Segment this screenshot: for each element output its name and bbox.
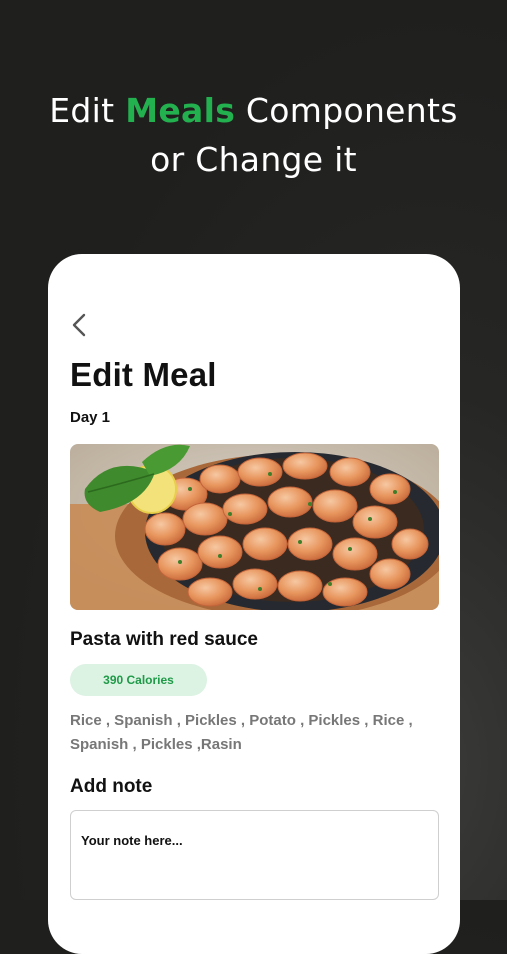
meal-name: Pasta with red sauce <box>70 629 258 650</box>
promo-headline-line1: Edit Meals Components <box>0 86 507 135</box>
meal-photo <box>70 444 439 610</box>
phone-screen: Edit Meal Day 1 Pasta with red sauce 390… <box>48 254 460 954</box>
note-label: Add note <box>70 776 153 797</box>
back-button[interactable] <box>68 313 90 337</box>
promo-text-accent: Meals <box>125 91 236 130</box>
promo-text-after: Components <box>235 91 458 130</box>
meal-image <box>70 444 439 610</box>
ingredients-list: Rice , Spanish , Pickles , Potato , Pick… <box>70 712 413 753</box>
promo-text-before: Edit <box>49 91 126 130</box>
promo-headline: Edit Meals Components or Change it <box>0 86 507 184</box>
calories-badge: 390 Calories <box>70 664 207 696</box>
chevron-left-icon <box>72 313 86 337</box>
promo-headline-line2: or Change it <box>150 140 357 179</box>
page-title: Edit Meal <box>70 356 217 393</box>
day-label: Day 1 <box>70 409 111 426</box>
note-field[interactable] <box>70 810 439 900</box>
note-input[interactable] <box>71 811 438 899</box>
